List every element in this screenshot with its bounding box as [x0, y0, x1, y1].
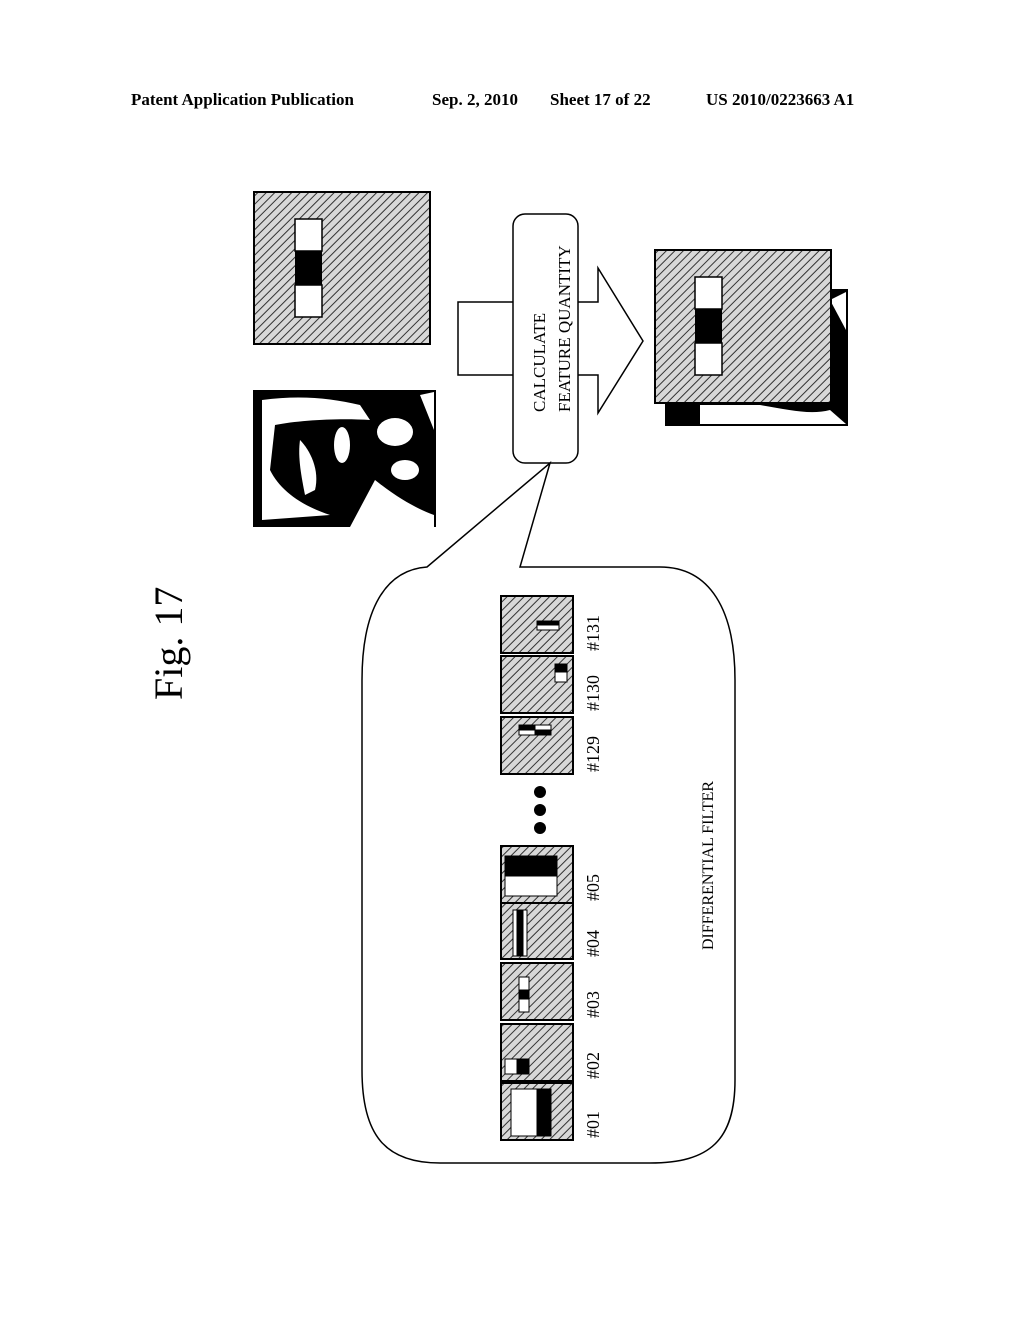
callout-caption: DIFFERENTIAL FILTER	[700, 781, 717, 950]
filter-frame	[500, 962, 574, 1021]
filter-id: #131	[583, 615, 603, 651]
filter-cell	[510, 1088, 538, 1137]
filter-cell	[504, 855, 558, 877]
filter-cell	[534, 729, 552, 736]
filter-cell	[504, 875, 558, 897]
filter-cell	[536, 624, 560, 631]
filter-cell	[518, 989, 530, 1000]
filter-cell	[536, 1088, 552, 1137]
output-feature-stack	[654, 249, 848, 426]
filter-id: #03	[583, 991, 603, 1018]
filter-cell	[554, 671, 568, 683]
filter-frame	[500, 901, 574, 960]
filter-cell	[522, 909, 528, 957]
filter-cell	[518, 724, 536, 731]
filter-cell	[518, 976, 530, 991]
figure-label: Fig. 17	[146, 587, 191, 700]
input-filter-window	[253, 191, 431, 345]
filter-id: #04	[583, 930, 603, 957]
filter-cell	[512, 909, 518, 957]
filter-cell	[518, 998, 530, 1013]
filter-cell	[516, 1058, 530, 1075]
figure-canvas: Fig. 17 CALCULATE FEATURE QUANTITY #01 #0…	[146, 191, 848, 1164]
filter-cell	[554, 663, 568, 673]
ellipsis-dots	[534, 786, 546, 834]
filter-id: #01	[583, 1111, 603, 1138]
filter-cell	[504, 1058, 518, 1075]
filter-id: #05	[583, 874, 603, 901]
filter-cell	[536, 620, 560, 626]
filter-id: #130	[583, 675, 603, 711]
filter-cell	[534, 724, 552, 731]
filter-cell	[518, 729, 536, 736]
filter-cell	[516, 909, 524, 957]
process-label-line2: FEATURE QUANTITY	[555, 245, 574, 412]
filter-id: #129	[583, 736, 603, 772]
input-face-image	[253, 390, 436, 527]
filter-id: #02	[583, 1052, 603, 1079]
process-label-line1: CALCULATE	[530, 313, 549, 412]
